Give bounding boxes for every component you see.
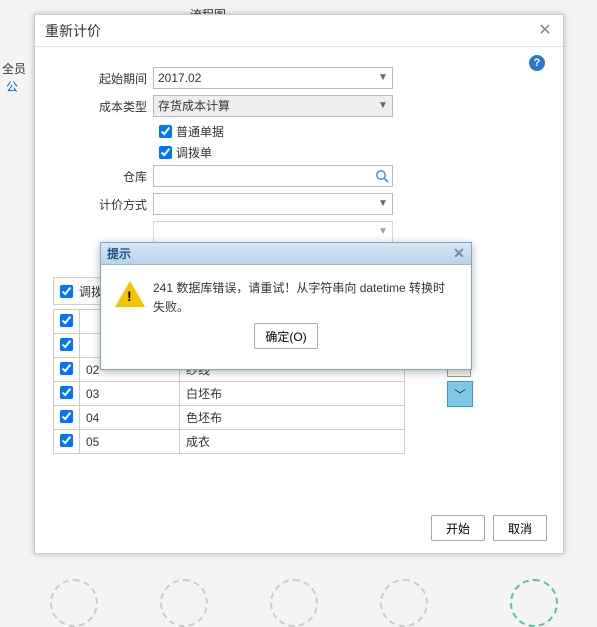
warning-icon: ! <box>115 279 145 309</box>
period-select[interactable]: 2017.02 ▼ <box>153 67 393 89</box>
price-method-label: 计价方式 <box>93 196 153 213</box>
bg-gong-link[interactable]: 公 <box>6 78 18 95</box>
transfer-bill-label: 调拨单 <box>176 144 212 161</box>
alert-close-icon[interactable]: ✕ <box>451 246 467 262</box>
row-code: 03 <box>80 382 180 406</box>
row-checkbox[interactable] <box>60 386 73 399</box>
alert-title-bar: 提示 ✕ <box>101 243 471 265</box>
chevron-down-icon: ▼ <box>376 71 390 85</box>
alert-ok-label: 确定(O) <box>265 330 306 344</box>
table-row[interactable]: 05成衣 <box>54 430 405 454</box>
cost-type-select[interactable]: 存货成本计算 ▼ <box>153 95 393 117</box>
alert-dialog: 提示 ✕ ! 241 数据库错误，请重试！从字符串向 datetime 转换时失… <box>100 242 472 370</box>
cost-type-label: 成本类型 <box>93 98 153 115</box>
row-code: 04 <box>80 406 180 430</box>
dialog-close-icon[interactable]: ✕ <box>535 21 555 41</box>
expand-down-button[interactable]: ﹀ <box>447 381 473 407</box>
row-checkbox[interactable] <box>60 314 73 327</box>
alert-title: 提示 <box>107 247 131 261</box>
dialog-title-bar: 重新计价 ✕ <box>35 15 563 47</box>
row-name: 成衣 <box>180 430 405 454</box>
help-icon[interactable]: ? <box>529 55 545 71</box>
dialog-title: 重新计价 <box>45 23 101 39</box>
search-icon[interactable] <box>374 168 390 184</box>
bg-members-label: 全员 <box>2 60 26 77</box>
warehouse-lookup[interactable] <box>153 165 393 187</box>
table-row[interactable]: 04色坯布 <box>54 406 405 430</box>
row-checkbox[interactable] <box>60 410 73 423</box>
alert-message: 241 数据库错误，请重试！从字符串向 datetime 转换时失败。 <box>153 279 457 317</box>
cost-type-value: 存货成本计算 <box>158 99 230 113</box>
warehouse-label: 仓库 <box>93 168 153 185</box>
hidden-select[interactable]: ▼ <box>153 221 393 243</box>
table-header-checkbox[interactable] <box>60 285 73 298</box>
normal-bill-label: 普通单据 <box>176 123 224 140</box>
row-checkbox[interactable] <box>60 362 73 375</box>
chevron-down-icon: ﹀ <box>454 386 466 403</box>
row-name: 白坯布 <box>180 382 405 406</box>
alert-ok-button[interactable]: 确定(O) <box>254 323 317 349</box>
chevron-down-icon: ▼ <box>376 99 390 113</box>
chevron-down-icon: ▼ <box>376 197 390 211</box>
table-row[interactable]: 03白坯布 <box>54 382 405 406</box>
start-button[interactable]: 开始 <box>431 515 485 541</box>
cancel-button[interactable]: 取消 <box>493 515 547 541</box>
row-checkbox[interactable] <box>60 434 73 447</box>
transfer-bill-checkbox[interactable] <box>159 146 172 159</box>
price-method-select[interactable]: ▼ <box>153 193 393 215</box>
period-label: 起始期间 <box>93 70 153 87</box>
period-value: 2017.02 <box>158 71 201 85</box>
row-code: 05 <box>80 430 180 454</box>
chevron-down-icon: ▼ <box>376 225 390 239</box>
row-name: 色坯布 <box>180 406 405 430</box>
row-checkbox[interactable] <box>60 338 73 351</box>
normal-bill-checkbox[interactable] <box>159 125 172 138</box>
